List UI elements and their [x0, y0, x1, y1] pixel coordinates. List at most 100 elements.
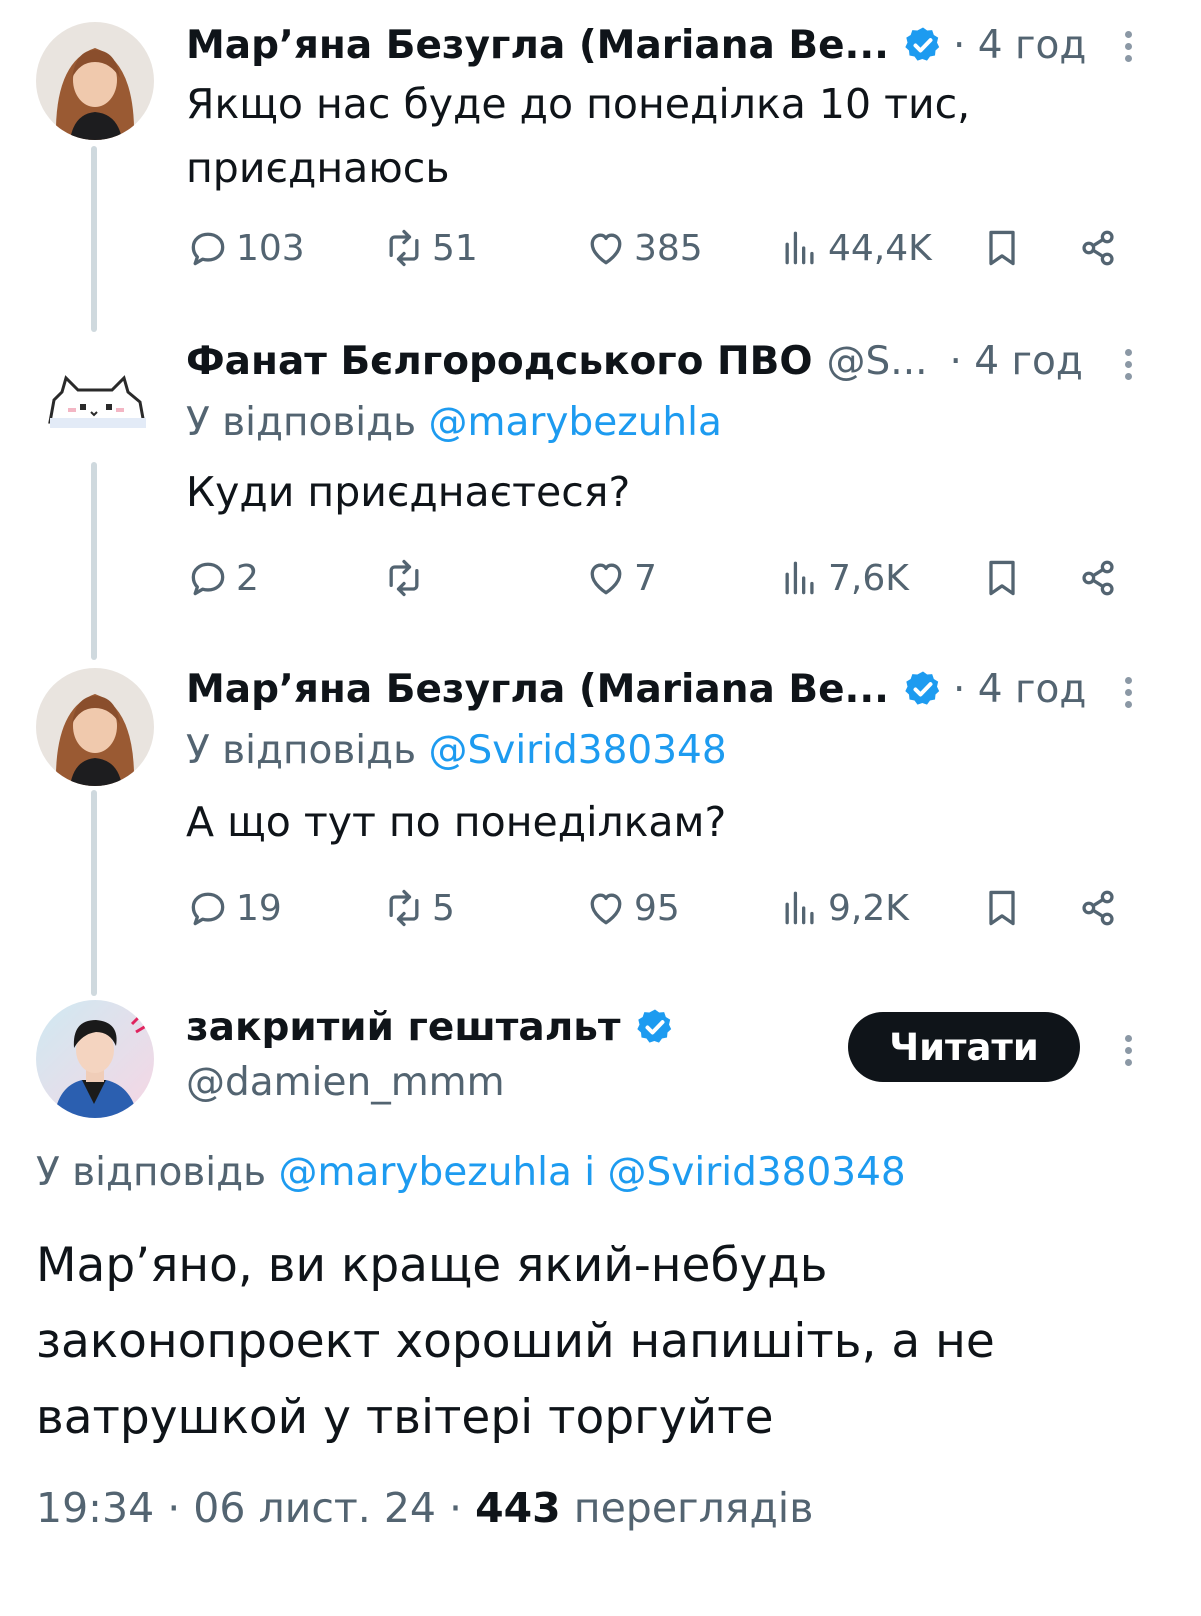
- bookmark-button[interactable]: [980, 226, 1030, 270]
- tweet-time[interactable]: · 4 год: [953, 667, 1086, 712]
- reply-to-link[interactable]: @marybezuhla: [428, 400, 721, 445]
- reply-button[interactable]: 103: [186, 226, 305, 270]
- reply-icon: [191, 562, 225, 596]
- retweet-button[interactable]: 51: [382, 226, 478, 270]
- share-button[interactable]: [1076, 226, 1126, 270]
- reply-to-link[interactable]: @marybezuhla: [278, 1150, 571, 1195]
- author-name[interactable]: Мар’яна Безугла (Mariana Be...: [186, 23, 889, 68]
- tweet-time[interactable]: · 4 год: [950, 339, 1083, 384]
- share-icon: [1082, 560, 1114, 596]
- share-icon: [1082, 230, 1114, 266]
- views-button[interactable]: 44,4K: [778, 226, 932, 270]
- tweet-timestamp[interactable]: 19:34: [36, 1484, 154, 1532]
- tweet-1[interactable]: Мар’яна Безугла (Mariana Be... · 4 год Я…: [0, 0, 1201, 330]
- avatar-man-illustration-image: [36, 1000, 154, 1118]
- verified-badge-icon: [636, 1009, 671, 1043]
- more-options-icon[interactable]: [1121, 672, 1135, 713]
- avatar[interactable]: [36, 668, 154, 786]
- tweet-date[interactable]: 06 лист. 24: [193, 1484, 436, 1532]
- follow-button[interactable]: Читати: [848, 1012, 1080, 1082]
- avatar[interactable]: [36, 22, 154, 140]
- retweet-icon: [389, 559, 419, 597]
- bookmark-icon: [989, 230, 1015, 266]
- tweet-time[interactable]: · 4 год: [953, 23, 1086, 68]
- bookmark-icon: [989, 560, 1015, 596]
- author-handle[interactable]: @S...: [827, 339, 928, 384]
- avatar-woman-image: [36, 668, 154, 786]
- like-count: 385: [634, 227, 703, 269]
- tweet-2[interactable]: Фанат Бєлгородського ПВО @S... · 4 год У…: [0, 330, 1201, 660]
- reply-joiner: і: [584, 1150, 596, 1195]
- views-button[interactable]: 9,2K: [778, 886, 909, 930]
- tweet-3[interactable]: Мар’яна Безугла (Mariana Be... · 4 год У…: [0, 660, 1201, 990]
- share-button[interactable]: [1076, 556, 1126, 600]
- author-handle[interactable]: @damien_mmm: [186, 1060, 505, 1105]
- reply-count: 19: [236, 887, 282, 929]
- views-chart-icon: [785, 891, 814, 925]
- retweet-button[interactable]: 5: [382, 886, 455, 930]
- share-button[interactable]: [1076, 886, 1126, 930]
- reply-to-link[interactable]: @Svirid380348: [608, 1150, 906, 1195]
- like-button[interactable]: 385: [584, 226, 703, 270]
- retweet-count: 51: [432, 227, 478, 269]
- avatar-pixel-cat-image: [36, 342, 154, 460]
- author-name[interactable]: Фанат Бєлгородського ПВО: [186, 339, 813, 384]
- reply-button[interactable]: 19: [186, 886, 282, 930]
- avatar[interactable]: [36, 1000, 154, 1118]
- tweet-actions: 2 7 7,6K: [186, 556, 1131, 606]
- reply-to-link[interactable]: @Svirid380348: [428, 728, 726, 773]
- verified-badge-icon: [905, 671, 940, 705]
- reply-button[interactable]: 2: [186, 556, 259, 600]
- like-count: 7: [634, 557, 657, 599]
- like-count: 95: [634, 887, 680, 929]
- reply-prefix: У відповідь: [186, 400, 417, 445]
- tweet-header: Фанат Бєлгородського ПВО @S... · 4 год: [186, 336, 1121, 386]
- views-count: 7,6K: [828, 557, 909, 599]
- separator: ·: [167, 1484, 194, 1532]
- tweet-text: Якщо нас буде до понеділка 10 тис, приєд…: [186, 80, 971, 192]
- tweet-header: Мар’яна Безугла (Mariana Be... · 4 год: [186, 20, 1121, 70]
- tweet-text: А що тут по понеділкам?: [186, 798, 727, 846]
- views-chart-icon: [785, 231, 814, 265]
- author-name[interactable]: Мар’яна Безугла (Mariana Be...: [186, 667, 889, 712]
- avatar-woman-image: [36, 22, 154, 140]
- views-label: переглядів: [573, 1484, 814, 1532]
- reply-prefix: У відповідь: [186, 728, 417, 773]
- reply-context: У відповідь @marybezuhla і @Svirid380348: [36, 1150, 906, 1195]
- reply-count: 103: [236, 227, 305, 269]
- tweet-header: Мар’яна Безугла (Mariana Be... · 4 год: [186, 664, 1121, 714]
- more-options-icon[interactable]: [1121, 1030, 1135, 1071]
- heart-icon: [590, 893, 622, 925]
- views-chart-icon: [785, 561, 814, 595]
- tweet-meta: 19:34 · 06 лист. 24 · 443 переглядів: [36, 1484, 813, 1532]
- retweet-icon: [389, 229, 419, 267]
- reply-icon: [191, 892, 225, 926]
- tweet-text: Мар’яно, ви краще який-небудь законопрое…: [36, 1238, 995, 1445]
- heart-icon: [590, 563, 622, 595]
- retweet-button[interactable]: [382, 556, 432, 600]
- like-button[interactable]: 7: [584, 556, 657, 600]
- author-name[interactable]: закритий гештальт: [186, 1005, 621, 1050]
- more-options-icon[interactable]: [1121, 344, 1135, 385]
- tweet-text: Куди приєднаєтеся?: [186, 468, 631, 516]
- retweet-count: 5: [432, 887, 455, 929]
- tweet-header: закритий гештальт: [186, 1002, 841, 1052]
- views-count: 443: [475, 1484, 561, 1532]
- reply-context: У відповідь @Svirid380348: [186, 728, 727, 773]
- reply-prefix: У відповідь: [36, 1150, 267, 1195]
- more-options-icon[interactable]: [1121, 26, 1135, 67]
- reply-icon: [191, 232, 225, 266]
- reply-context: У відповідь @marybezuhla: [186, 400, 722, 445]
- bookmark-button[interactable]: [980, 556, 1030, 600]
- like-button[interactable]: 95: [584, 886, 680, 930]
- tweet-actions: 19 5 95 9,2K: [186, 886, 1131, 936]
- separator: ·: [449, 1484, 476, 1532]
- reply-count: 2: [236, 557, 259, 599]
- bookmark-button[interactable]: [980, 886, 1030, 930]
- avatar[interactable]: [36, 342, 154, 460]
- heart-icon: [590, 233, 622, 265]
- views-count: 44,4K: [828, 227, 932, 269]
- retweet-icon: [389, 889, 419, 927]
- verified-badge-icon: [905, 27, 940, 61]
- views-button[interactable]: 7,6K: [778, 556, 909, 600]
